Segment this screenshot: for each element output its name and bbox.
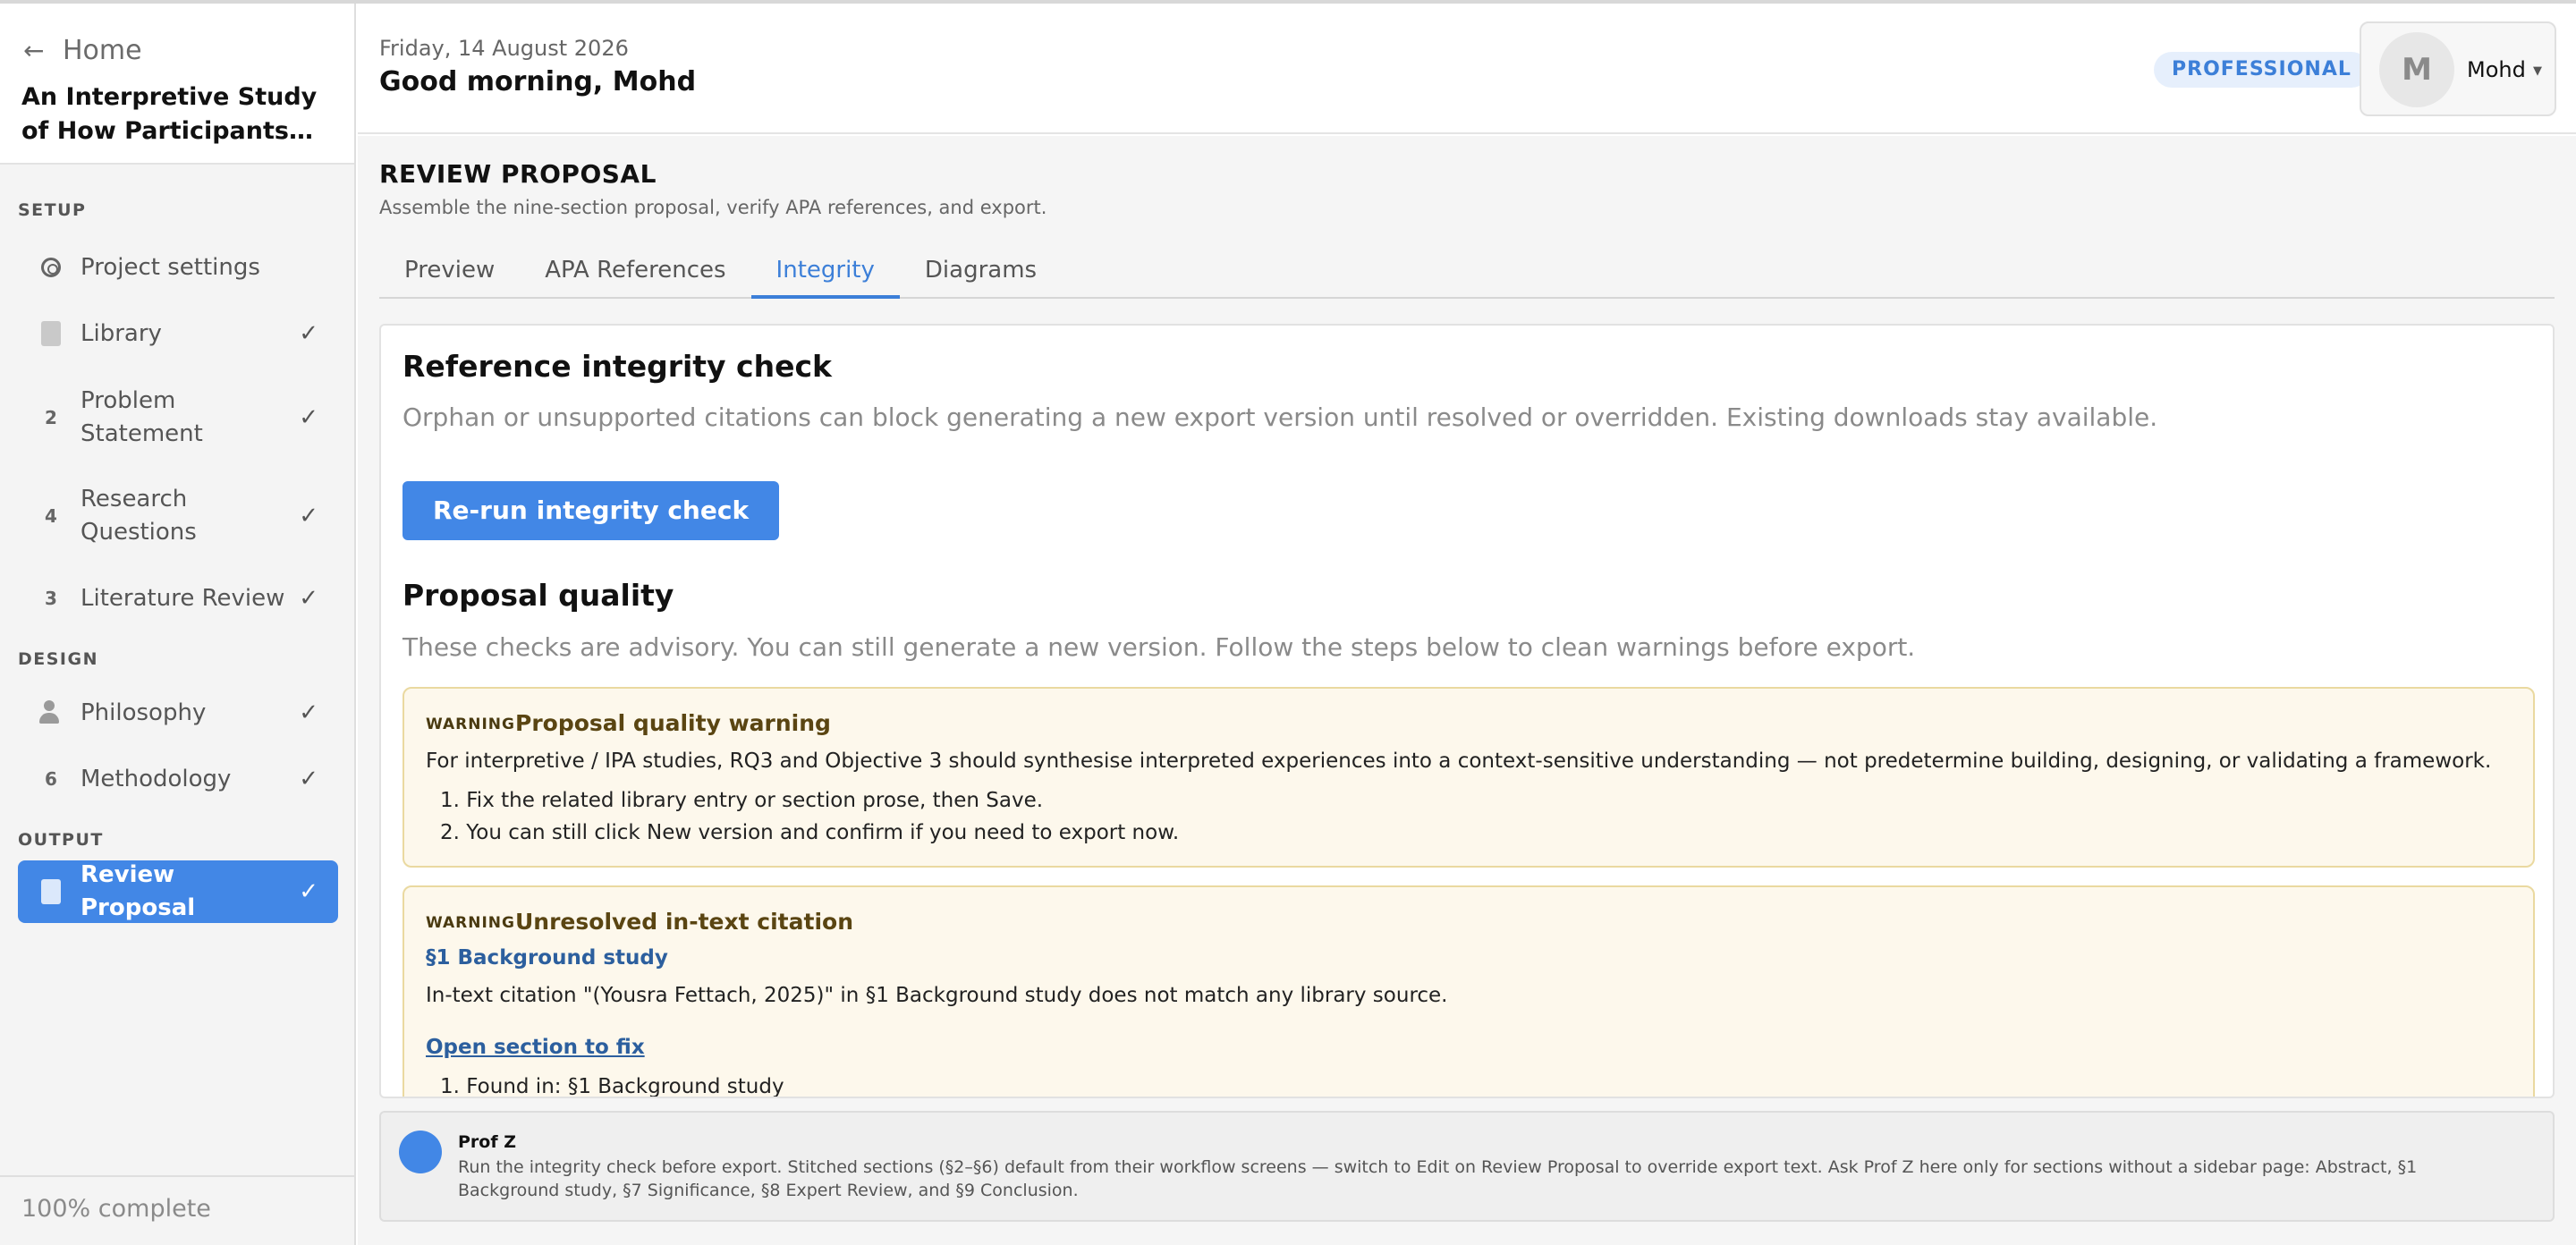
progress-text: 100% complete xyxy=(21,1195,211,1223)
quality-heading: Proposal quality xyxy=(402,578,674,613)
warning-body: For interpretive / IPA studies, RQ3 and … xyxy=(426,750,2492,773)
warning-title: Proposal quality warning xyxy=(515,710,831,736)
integrity-description: Orphan or unsupported citations can bloc… xyxy=(402,402,2158,432)
warning-title: Unresolved in-text citation xyxy=(515,909,853,935)
step-number-icon: 3 xyxy=(45,588,57,609)
tab-apa-references[interactable]: APA References xyxy=(520,241,750,299)
citation-warning-card: WARNING Unresolved in-text citation §1 B… xyxy=(402,885,2535,1098)
sidebar-item-label: Methodology xyxy=(80,765,232,792)
assistant-bar: Prof Z Run the integrity check before ex… xyxy=(379,1111,2555,1222)
warning-step: 2. You can still click New version and c… xyxy=(440,821,1180,844)
warning-section: §1 Background study xyxy=(426,946,668,970)
gear-icon xyxy=(38,258,64,277)
step-number-icon: 6 xyxy=(45,768,57,790)
warning-step: 1. Found in: §1 Background study xyxy=(440,1075,784,1098)
main-content: REVIEW PROPOSAL Assemble the nine-sectio… xyxy=(358,136,2576,1245)
sidebar-item-project-settings[interactable]: Project settings xyxy=(18,238,338,297)
sidebar-item-methodology[interactable]: 6 Methodology ✓ xyxy=(18,750,338,809)
integrity-panel: Reference integrity check Orphan or unsu… xyxy=(379,324,2555,1098)
sidebar: ← Home An Interpretive Study of How Part… xyxy=(0,4,356,1245)
chevron-down-icon: ▼ xyxy=(2533,64,2542,78)
tab-bar: Preview APA References Integrity Diagram… xyxy=(379,241,2555,299)
check-icon: ✓ xyxy=(299,404,318,431)
home-link[interactable]: ← Home xyxy=(23,30,142,70)
project-title: An Interpretive Study of How Participant… xyxy=(21,83,318,145)
avatar: M xyxy=(2379,32,2454,107)
section-label-setup: SETUP xyxy=(18,200,87,220)
sidebar-item-review-proposal[interactable]: Review Proposal ✓ xyxy=(18,860,338,923)
back-arrow-icon: ← xyxy=(23,35,45,65)
progress-footer: 100% complete xyxy=(0,1175,354,1245)
rerun-integrity-button[interactable]: Re-run integrity check xyxy=(402,481,780,540)
sidebar-header: ← Home An Interpretive Study of How Part… xyxy=(0,4,354,165)
sidebar-item-label: Review Proposal xyxy=(80,861,196,921)
sidebar-item-problem-statement[interactable]: 2 Problem Statement ✓ xyxy=(18,376,338,460)
sidebar-item-label: Project settings xyxy=(80,253,260,281)
assistant-name: Prof Z xyxy=(458,1132,517,1152)
section-label-output: OUTPUT xyxy=(18,830,104,850)
step-number-icon: 2 xyxy=(45,407,57,428)
check-icon: ✓ xyxy=(299,699,318,726)
document-icon xyxy=(38,879,64,904)
page-title: REVIEW PROPOSAL xyxy=(379,159,657,189)
quality-warning-card: WARNING Proposal quality warning For int… xyxy=(402,687,2535,868)
step-number-icon: 4 xyxy=(45,505,57,527)
check-icon: ✓ xyxy=(299,320,318,347)
assistant-avatar xyxy=(399,1131,442,1173)
sidebar-item-library[interactable]: Library ✓ xyxy=(18,304,338,363)
sidebar-item-label: Philosophy xyxy=(80,699,207,726)
tab-integrity[interactable]: Integrity xyxy=(750,241,900,299)
warning-step: 1. Fix the related library entry or sect… xyxy=(440,789,1044,812)
quality-description: These checks are advisory. You can still… xyxy=(402,632,1916,662)
person-question-icon xyxy=(38,700,64,725)
greeting: Good morning, Mohd xyxy=(379,66,697,97)
sidebar-item-label: Library xyxy=(80,319,162,347)
home-label: Home xyxy=(63,34,142,66)
plan-badge: PROFESSIONAL xyxy=(2154,52,2369,88)
top-header: Friday, 14 August 2026 Good morning, Moh… xyxy=(358,4,2576,134)
current-date: Friday, 14 August 2026 xyxy=(379,36,629,61)
warning-body: In-text citation "(Yousra Fettach, 2025)… xyxy=(426,984,1448,1007)
check-icon: ✓ xyxy=(299,878,318,905)
sidebar-item-label: Research Questions xyxy=(80,486,197,546)
sidebar-item-research-questions[interactable]: 4 Research Questions ✓ xyxy=(18,474,338,558)
user-name: Mohd xyxy=(2467,57,2526,82)
check-icon: ✓ xyxy=(299,585,318,612)
check-icon: ✓ xyxy=(299,766,318,792)
integrity-heading: Reference integrity check xyxy=(402,349,832,384)
user-menu[interactable]: M Mohd ▼ xyxy=(2360,21,2556,116)
check-icon: ✓ xyxy=(299,503,318,529)
assistant-message: Run the integrity check before export. S… xyxy=(458,1157,2418,1200)
sidebar-item-literature-review[interactable]: 3 Literature Review ✓ xyxy=(18,569,338,628)
section-label-design: DESIGN xyxy=(18,649,99,669)
warning-tag: WARNING xyxy=(426,914,515,932)
tab-preview[interactable]: Preview xyxy=(379,241,520,299)
warning-tag: WARNING xyxy=(426,716,515,733)
sidebar-item-label: Literature Review xyxy=(80,584,285,612)
tab-diagrams[interactable]: Diagrams xyxy=(900,241,1062,299)
sidebar-item-label: Problem Statement xyxy=(80,387,203,447)
sidebar-item-philosophy[interactable]: Philosophy ✓ xyxy=(18,683,338,742)
open-section-link[interactable]: Open section to fix xyxy=(426,1036,645,1059)
page-subtitle: Assemble the nine-section proposal, veri… xyxy=(379,197,1047,218)
document-icon xyxy=(38,321,64,346)
